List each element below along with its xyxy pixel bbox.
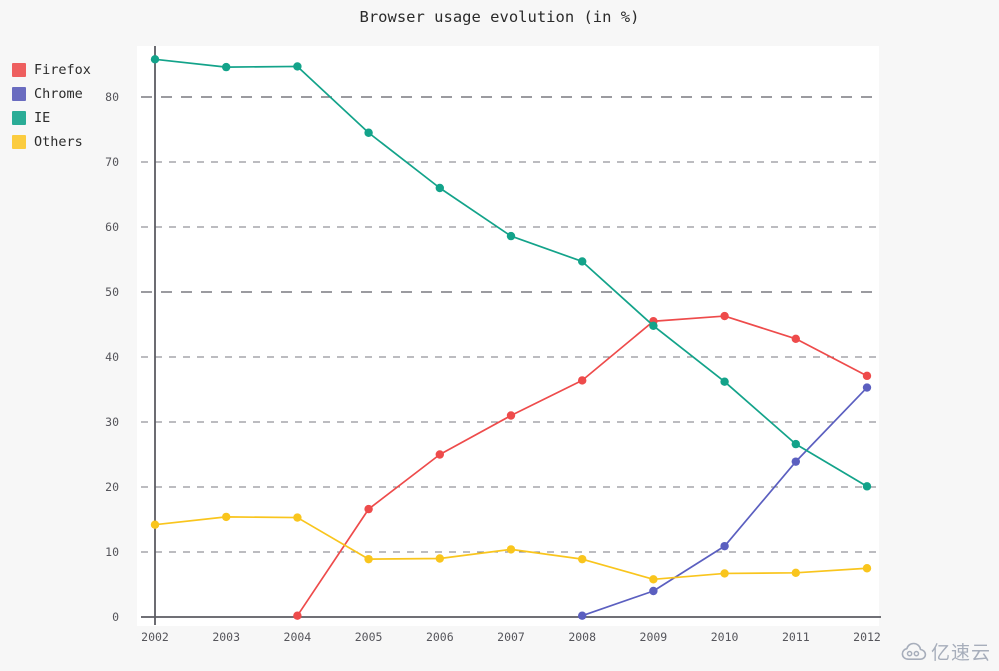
legend-swatch-icon [12,63,26,77]
data-point-ie-2004[interactable] [293,62,302,71]
data-point-firefox-2004[interactable] [293,611,302,620]
data-point-others-2006[interactable] [435,554,444,563]
chart-legend: Firefox Chrome IE Others [12,58,132,154]
y-tick-label: 60 [105,220,119,234]
data-point-firefox-2010[interactable] [720,311,729,321]
x-tick-label: 2004 [283,630,312,644]
data-point-ie-2006[interactable] [435,183,444,193]
legend-item-firefox[interactable]: Firefox [12,58,132,82]
data-point-others-2004[interactable] [293,513,302,522]
data-point-others-2012[interactable] [862,564,872,573]
x-tick-label: 2002 [141,630,169,644]
y-tick-label: 20 [105,480,119,494]
data-point-firefox-2011[interactable] [791,334,800,343]
x-tick-label: 2012 [853,630,881,644]
legend-swatch-icon [12,87,26,101]
y-tick-label: 0 [112,610,119,624]
watermark: 亿速云 [901,638,991,665]
data-point-others-2003[interactable] [222,512,231,522]
data-point-ie-2011[interactable] [791,439,800,449]
data-point-firefox-2005[interactable] [364,504,373,514]
plot-svg [141,46,881,625]
data-point-ie-2003[interactable] [222,62,231,72]
data-point-ie-2002[interactable] [150,55,160,64]
data-point-others-2011[interactable] [791,568,800,577]
y-tick-label: 40 [105,350,119,364]
y-tick-label: 70 [105,155,119,169]
x-tick-label: 2008 [568,630,597,644]
browser-usage-chart: Browser usage evolution (in %) Firefox Ch… [0,0,999,671]
x-tick-label: 2010 [710,630,739,644]
data-point-chrome-2012[interactable] [862,383,872,392]
data-point-chrome-2008[interactable] [578,611,587,620]
x-tick-label: 2007 [497,630,525,644]
data-point-firefox-2006[interactable] [435,450,444,459]
legend-item-others[interactable]: Others [12,130,132,154]
legend-label: IE [34,110,51,126]
series-line-chrome [581,386,868,617]
x-tick-label: 2011 [781,630,810,644]
data-point-firefox-2008[interactable] [578,376,587,385]
data-point-chrome-2010[interactable] [720,541,729,551]
data-point-ie-2005[interactable] [364,128,373,137]
data-point-ie-2007[interactable] [506,231,516,241]
legend-label: Chrome [34,86,83,102]
data-point-others-2007[interactable] [506,545,516,554]
y-tick-label: 30 [105,415,119,429]
data-point-others-2010[interactable] [720,569,729,578]
x-tick-label: 2009 [639,630,668,644]
series-line-firefox [296,315,868,617]
cloud-icon [901,642,927,660]
data-point-firefox-2012[interactable] [862,371,872,381]
legend-swatch-icon [12,135,26,149]
data-point-ie-2008[interactable] [578,257,587,266]
data-point-ie-2010[interactable] [720,377,729,386]
data-point-firefox-2007[interactable] [506,411,516,420]
x-tick-label: 2003 [212,630,241,644]
data-point-ie-2009[interactable] [649,321,658,330]
data-point-chrome-2011[interactable] [791,457,800,466]
data-point-others-2008[interactable] [578,554,587,564]
data-point-others-2009[interactable] [649,575,658,584]
x-tick-label: 2006 [425,630,454,644]
legend-swatch-icon [12,111,26,125]
watermark-text: 亿速云 [930,642,991,664]
y-tick-label: 50 [105,285,119,299]
data-point-others-2002[interactable] [150,520,160,529]
legend-label: Others [34,134,83,150]
data-point-others-2005[interactable] [364,554,373,564]
y-tick-label: 10 [105,545,119,559]
chart-title: Browser usage evolution (in %) [359,8,640,26]
x-tick-label: 2005 [354,630,383,644]
legend-item-ie[interactable]: IE [12,106,132,130]
y-tick-label: 80 [105,90,119,104]
plot-area [137,46,881,626]
data-point-ie-2012[interactable] [862,482,872,491]
data-point-chrome-2009[interactable] [649,586,658,596]
legend-label: Firefox [34,62,91,78]
